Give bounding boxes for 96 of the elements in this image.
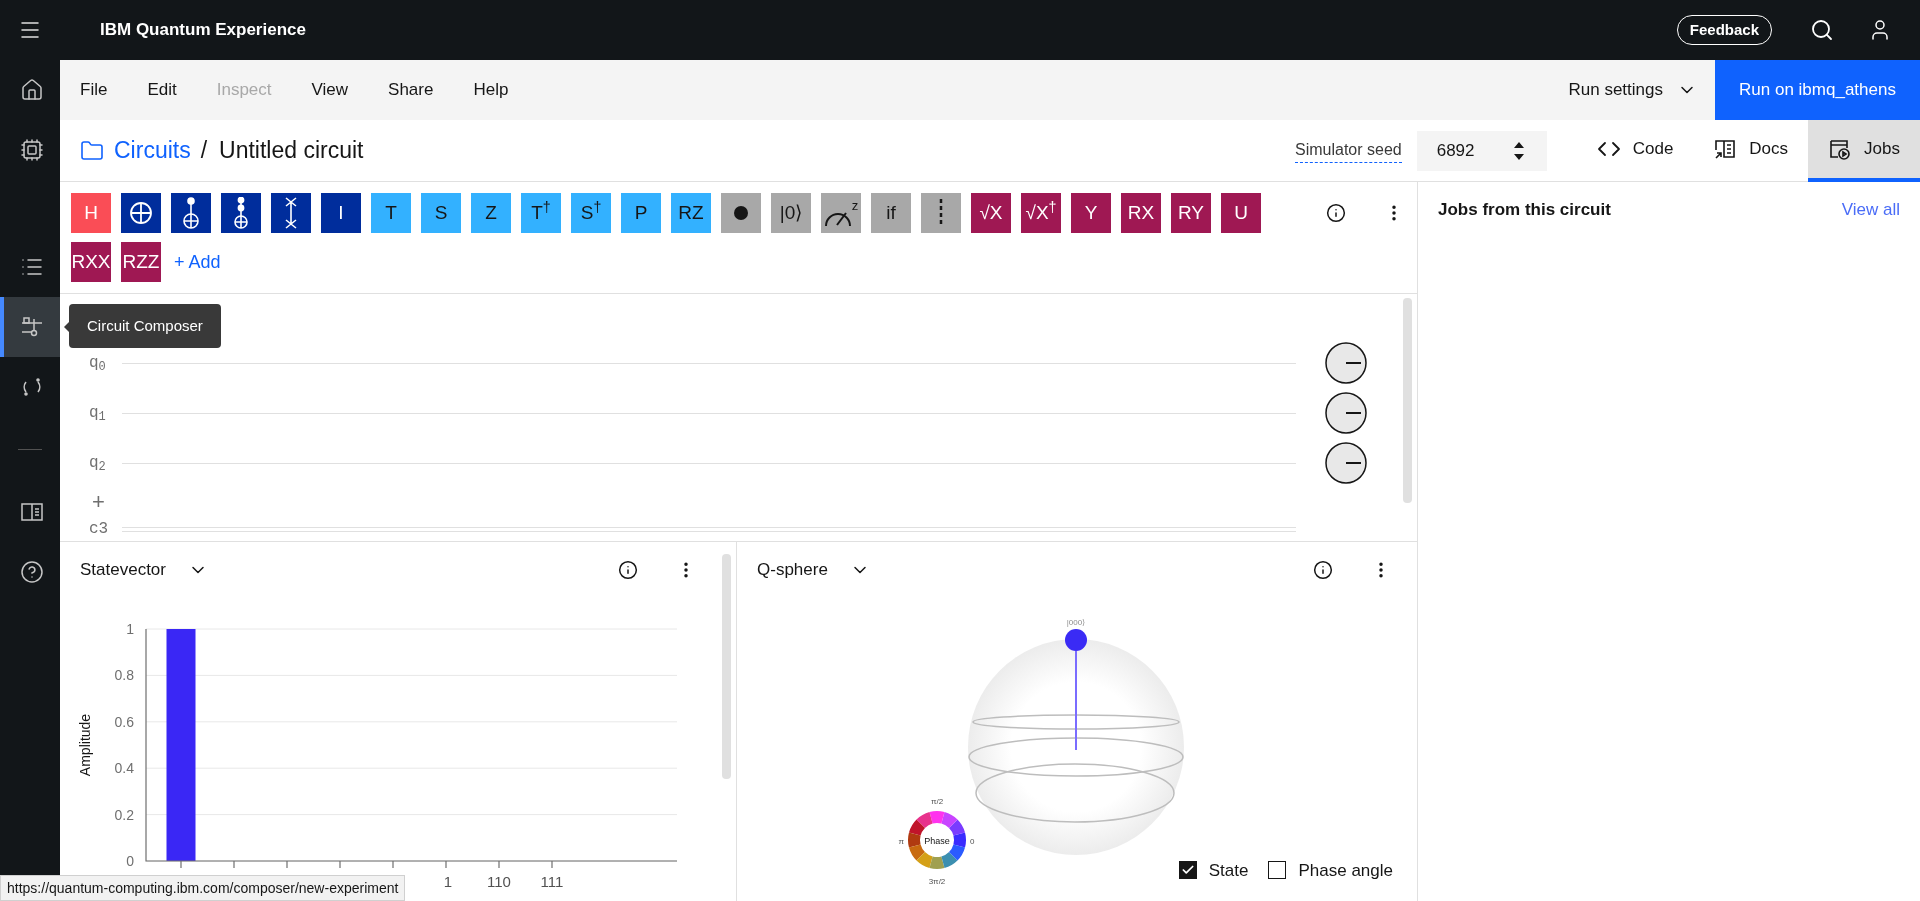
gate-button[interactable]: RXX [71,242,111,282]
phase-tick-label: 3π/2 [928,877,946,886]
phase-tick-label: π [898,837,904,846]
gate-button[interactable]: RZZ [121,242,161,282]
y-tick-label: 1 [126,621,134,637]
gate-button[interactable]: S$^{†}$ [571,193,611,233]
circuit-icon [20,315,44,339]
help-icon [20,560,44,584]
phase-tick-label: π/2 [930,797,944,806]
gate-button[interactable]: S [421,193,461,233]
checkbox[interactable] [1178,861,1197,880]
menu-item[interactable]: View [311,77,349,103]
gate-button[interactable]: √X$^{†}$ [1021,193,1061,233]
search-icon[interactable] [1810,18,1834,42]
panel-title: Q-sphere [757,559,828,582]
gate-button[interactable]: |0⟩ [771,193,811,233]
view-tab[interactable]: Docs [1693,119,1809,182]
home-icon [20,78,44,102]
scrollbar[interactable] [722,554,731,779]
seed-label: Simulator seed [1295,138,1402,163]
checkbox[interactable] [1268,861,1287,880]
gate-button[interactable]: if [871,193,911,233]
panel-title: Statevector [80,559,166,582]
gate-button[interactable]: Z [471,193,511,233]
menu-item[interactable]: Edit [147,77,177,103]
y-tick-label: 0.6 [114,713,134,730]
folder-icon [80,138,104,163]
gate-button[interactable] [121,193,161,233]
circuit-title: Untitled circuit [219,136,364,166]
phase-wheel-drawing [908,811,966,869]
menu-item[interactable]: Help [473,77,509,103]
qubit-label: q$_{2}$ [88,453,107,475]
side-panel-icon [20,500,44,524]
gate-button[interactable] [221,193,261,233]
y-tick-label: 0 [126,853,134,869]
gate-button[interactable]: Y [1071,193,1111,233]
classical-label: c3 [88,519,110,540]
gate-button[interactable]: RZ [671,193,711,233]
measurement-circle-icon [1325,442,1367,484]
tooltip: Circuit Composer [69,304,221,348]
x-tick-label: 111 [540,873,564,890]
rail-item[interactable] [0,297,60,357]
barrier-icon [939,199,943,227]
x-tick-label: 1 [443,873,452,890]
scrollbar[interactable] [1403,298,1412,503]
run-button[interactable]: Run on ibmq_athens [1715,60,1920,120]
measurement-circle-icon [1325,392,1367,434]
menu-item[interactable]: File [80,77,108,103]
checkbox-label: State [1208,859,1249,882]
y-tick-label: 0.8 [114,667,134,684]
y-tick-label: 0.2 [114,806,134,823]
gate-button[interactable]: RX [1121,193,1161,233]
gate-button[interactable]: U [1221,193,1261,233]
breadcrumb-link[interactable]: Circuits [114,133,191,168]
view-tab[interactable]: Jobs [1808,119,1920,182]
controlled-not-icon [181,197,201,229]
gate-button[interactable] [271,193,311,233]
chip-icon [20,138,44,162]
gate-button[interactable]: I [321,193,361,233]
swap-icon [283,197,299,229]
jobs-title: Jobs from this circuit [1438,199,1611,222]
breadcrumb-separator: / [200,136,208,166]
status-url: https://quantum-computing.ibm.com/composer/new-experiment [0,875,406,901]
info-icon[interactable] [618,560,638,580]
state-label: |000⟩ [1066,618,1086,627]
phase-tick-label: 0 [970,837,975,846]
qubit-label: q$_{0}$ [88,353,107,375]
info-icon[interactable] [1313,560,1333,580]
phase-label: Phase [924,836,950,846]
dot-icon [733,205,749,221]
menu-item[interactable]: Share [388,77,434,103]
checkbox-label: Phase angle [1298,859,1393,882]
info-icon[interactable] [1326,203,1346,223]
y-axis-title: Amplitude [77,713,93,777]
gate-button[interactable]: RY [1171,193,1211,233]
plus-circle-icon [129,201,153,225]
gate-button[interactable] [171,193,211,233]
gate-button[interactable]: √X [971,193,1011,233]
seed-field[interactable]: 6892 [1416,130,1547,171]
gate-button[interactable]: P [621,193,661,233]
gate-button[interactable]: z [821,193,861,233]
app-title: IBM Quantum Experience [100,19,306,42]
add-gate-link[interactable]: + Add [174,248,221,276]
stepper-icon[interactable] [1512,140,1525,161]
gate-button[interactable]: T [371,193,411,233]
gate-button[interactable] [721,193,761,233]
x-tick-label: 110 [487,873,511,890]
run-settings-dropdown[interactable]: Run settings [1568,77,1697,103]
toffoli-icon [231,197,251,229]
qubit-label: q$_{1}$ [88,403,107,425]
add-wire-button[interactable]: + [92,491,105,513]
view-tab[interactable]: Code [1576,119,1694,182]
y-tick-label: 0.4 [114,760,134,777]
gate-button[interactable]: T$^{†}$ [521,193,561,233]
measurement-circle-icon [1325,342,1367,384]
view-all-link[interactable]: View all [1841,197,1900,223]
